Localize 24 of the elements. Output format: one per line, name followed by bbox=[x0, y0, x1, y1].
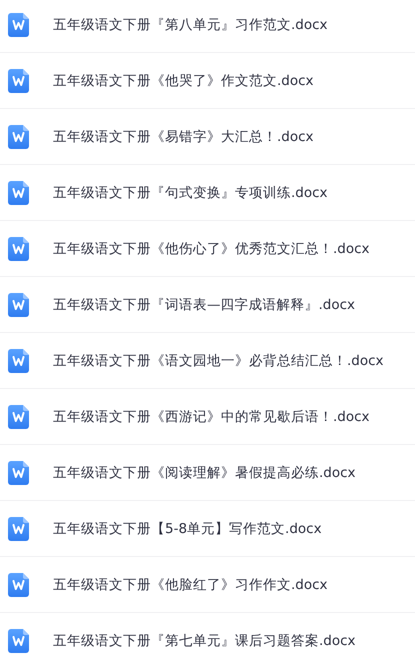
document-icon bbox=[8, 628, 29, 652]
file-name[interactable]: 五年级语文下册《语文园地一》必背总结汇总！.docx bbox=[53, 352, 384, 370]
document-icon bbox=[8, 516, 29, 540]
file-name[interactable]: 五年级语文下册《阅读理解》暑假提高必练.docx bbox=[53, 464, 356, 482]
file-name[interactable]: 五年级语文下册《他哭了》作文范文.docx bbox=[53, 72, 314, 90]
file-name[interactable]: 五年级语文下册【5-8单元】写作范文.docx bbox=[53, 520, 322, 538]
file-name[interactable]: 五年级语文下册『词语表—四字成语解释』.docx bbox=[53, 296, 356, 314]
file-name[interactable]: 五年级语文下册《西游记》中的常见歇后语！.docx bbox=[53, 408, 370, 426]
file-name[interactable]: 五年级语文下册《易错字》大汇总！.docx bbox=[53, 128, 314, 146]
file-name[interactable]: 五年级语文下册《他伤心了》优秀范文汇总！.docx bbox=[53, 240, 370, 258]
document-icon bbox=[8, 460, 29, 484]
document-icon bbox=[8, 12, 29, 36]
document-icon bbox=[8, 404, 29, 428]
file-name[interactable]: 五年级语文下册『句式变换』专项训练.docx bbox=[53, 184, 328, 202]
file-name[interactable]: 五年级语文下册『第八单元』习作范文.docx bbox=[53, 16, 328, 34]
file-name[interactable]: 五年级语文下册《他脸红了》习作作文.docx bbox=[53, 576, 328, 594]
document-icon bbox=[8, 180, 29, 204]
document-icon bbox=[8, 68, 29, 92]
document-icon bbox=[8, 236, 29, 260]
document-icon bbox=[8, 292, 29, 316]
document-icon bbox=[8, 348, 29, 372]
file-name[interactable]: 五年级语文下册『第七单元』课后习题答案.docx bbox=[53, 632, 356, 650]
document-icon bbox=[8, 124, 29, 148]
document-icon bbox=[8, 572, 29, 596]
